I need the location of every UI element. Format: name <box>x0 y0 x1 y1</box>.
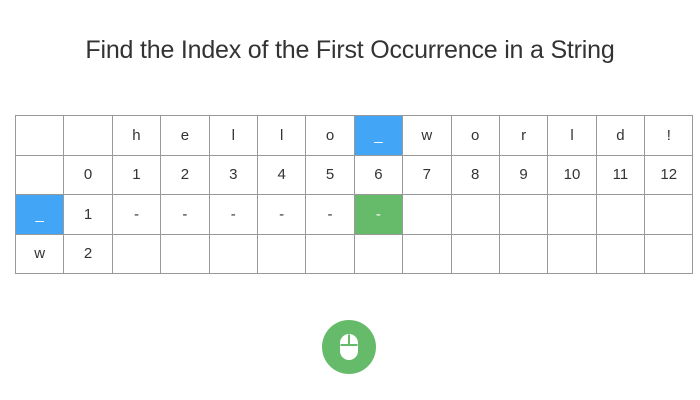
table-cell <box>63 115 113 156</box>
table-cell: 8 <box>450 154 500 195</box>
table-cell: - <box>305 194 355 235</box>
table-cell <box>450 233 500 274</box>
table-cell <box>547 233 597 274</box>
table-cell <box>14 115 65 156</box>
page-title: Find the Index of the First Occurrence i… <box>85 36 615 64</box>
table-cell: 7 <box>402 154 452 195</box>
mouse-icon <box>340 334 358 360</box>
table-cell: e <box>160 115 210 156</box>
table-cell: _ <box>14 194 65 235</box>
table-cell <box>498 233 549 274</box>
table-cell <box>305 233 355 274</box>
table-cell: r <box>498 115 549 156</box>
table-cell: - <box>111 194 162 235</box>
table-cell: o <box>305 115 355 156</box>
table-cell: 4 <box>256 154 307 195</box>
table-cell <box>353 233 404 274</box>
table-cell <box>160 233 210 274</box>
table-cell <box>644 233 694 274</box>
table-cell: w <box>402 115 452 156</box>
table-cell: d <box>595 115 646 156</box>
needle-row: _ 1- - - - - - <box>14 194 694 235</box>
needle-row: w2 <box>14 233 694 274</box>
match-table-body: h e l l o _ w o r l d! 0 1 2 3 4 5 6 7 8 9 10 11 12 _ 1- - - - - - w 2 <box>14 115 694 274</box>
table-cell: 1 <box>63 194 113 235</box>
table-cell <box>208 233 258 274</box>
table-cell: - <box>208 194 258 235</box>
match-table: h e l l o _ w o r l d! 0 1 2 3 4 5 6 7 8 9 10 11 12 _ 1- - - - - - w 2 <box>14 115 694 274</box>
table-cell <box>402 194 452 235</box>
header-row: h e l l o _ w o r l d! <box>14 115 694 156</box>
mouse-button[interactable] <box>322 320 376 374</box>
table-cell <box>14 154 65 195</box>
table-cell: 2 <box>160 154 210 195</box>
table-cell: - <box>160 194 210 235</box>
table-cell: 6 <box>353 154 404 195</box>
table-cell <box>402 233 452 274</box>
table-cell: l <box>208 115 258 156</box>
table-cell <box>256 233 307 274</box>
table-cell: l <box>256 115 307 156</box>
table-cell <box>644 194 694 235</box>
table-cell: 9 <box>498 154 549 195</box>
table-cell: - <box>353 194 404 235</box>
table-cell <box>595 233 646 274</box>
table-cell: h <box>111 115 162 156</box>
table-cell <box>450 194 500 235</box>
table-cell: _ <box>353 115 404 156</box>
table-cell: 11 <box>595 154 646 195</box>
table-cell: - <box>256 194 307 235</box>
table-cell: 0 <box>63 154 113 195</box>
table-cell: w <box>14 233 65 274</box>
table-cell <box>498 194 549 235</box>
table-cell: 12 <box>644 154 694 195</box>
table-cell: 5 <box>305 154 355 195</box>
table-cell <box>595 194 646 235</box>
table-cell: 10 <box>547 154 597 195</box>
table-cell: l <box>547 115 597 156</box>
table-cell <box>111 233 162 274</box>
table-cell: o <box>450 115 500 156</box>
table-cell: 2 <box>63 233 113 274</box>
table-cell <box>547 194 597 235</box>
table-cell: ! <box>644 115 694 156</box>
table-cell: 3 <box>208 154 258 195</box>
index-row: 0 1 2 3 4 5 6 7 8 9 10 11 12 <box>14 154 694 195</box>
table-cell: 1 <box>111 154 162 195</box>
